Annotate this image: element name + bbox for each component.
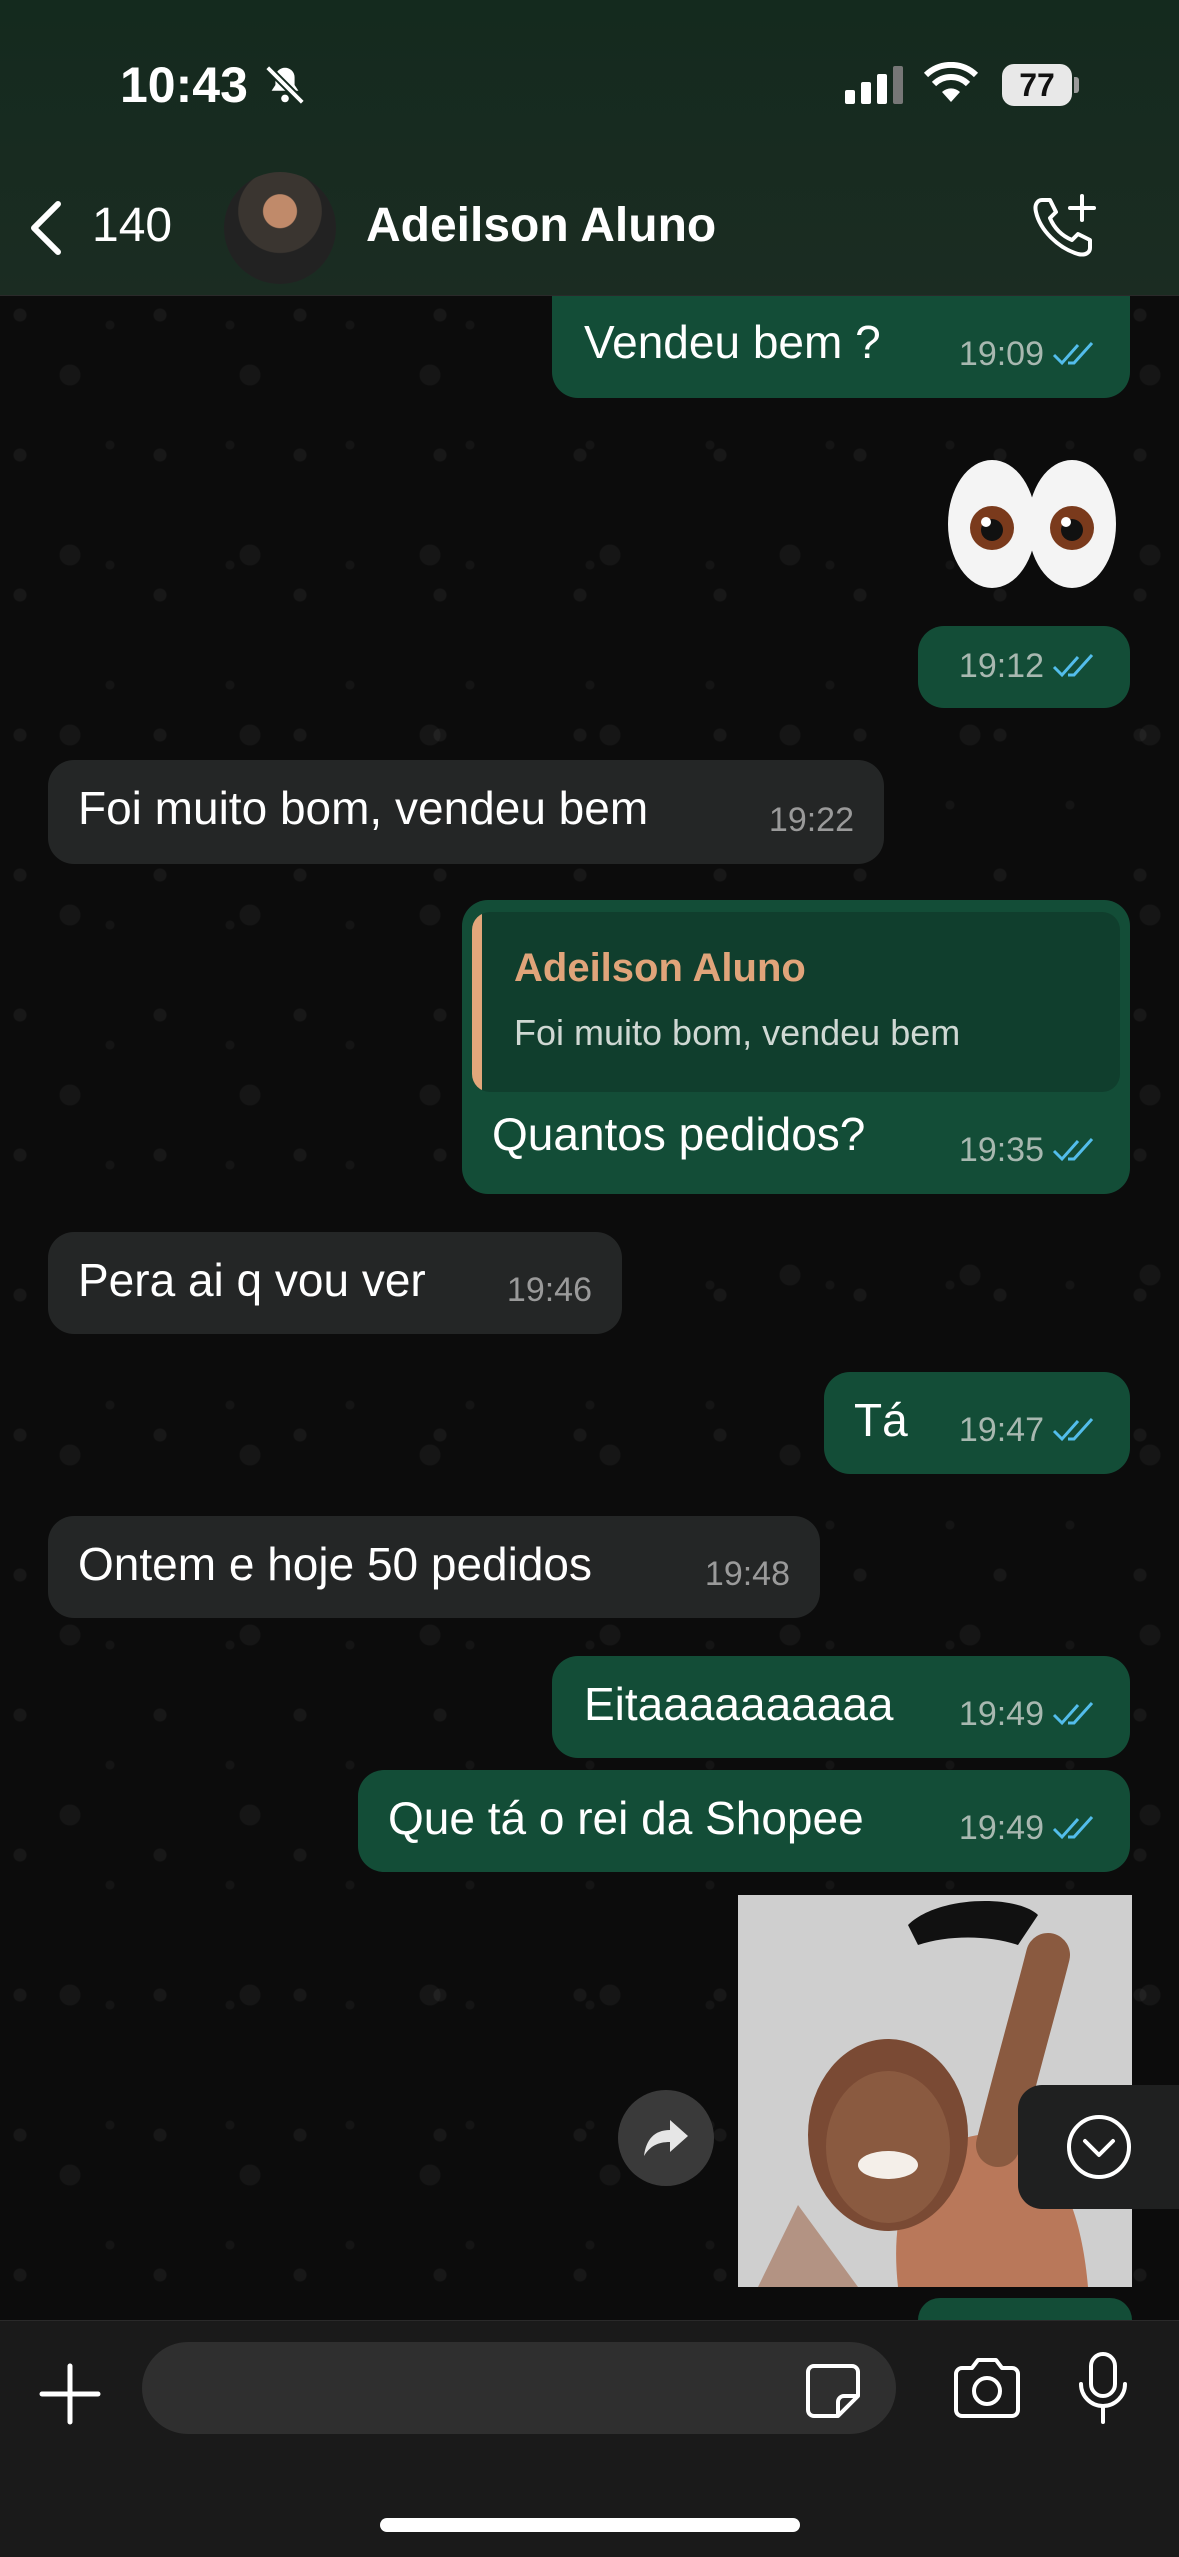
message-time: 19:22 bbox=[768, 801, 854, 839]
forward-button[interactable] bbox=[618, 2090, 714, 2186]
status-time: 10:43 bbox=[120, 57, 248, 113]
read-ticks-icon bbox=[1052, 1701, 1094, 1726]
message-bubble-outgoing[interactable]: Vendeu bem ? 19:09 bbox=[552, 296, 1130, 398]
message-meta: 19:49 bbox=[959, 1800, 1100, 1856]
message-time: 19:46 bbox=[506, 1271, 592, 1309]
message-text: Quantos pedidos? bbox=[492, 1108, 866, 1160]
message-text: Tá bbox=[854, 1394, 908, 1446]
message-text: Pera ai q vou ver bbox=[78, 1254, 426, 1306]
quoted-sender: Adeilson Aluno bbox=[514, 946, 806, 990]
message-bubble-incoming[interactable]: Foi muito bom, vendeu bem 19:22 bbox=[48, 760, 884, 864]
back-unread-count[interactable]: 140 bbox=[92, 198, 172, 253]
message-meta: 19:35 bbox=[959, 1122, 1100, 1178]
read-ticks-icon bbox=[1052, 653, 1094, 678]
message-meta: 19:48 bbox=[705, 1546, 790, 1602]
message-text: Que tá o rei da Shopee bbox=[388, 1792, 864, 1844]
wifi-icon bbox=[924, 62, 978, 102]
message-meta: 19:47 bbox=[959, 1402, 1100, 1458]
message-text: Foi muito bom, vendeu bem bbox=[78, 782, 649, 834]
contact-avatar[interactable] bbox=[224, 172, 336, 284]
message-time: 19:48 bbox=[704, 1555, 790, 1593]
home-indicator[interactable] bbox=[380, 2518, 800, 2532]
cellular-signal-icon bbox=[845, 66, 903, 104]
microphone-icon[interactable] bbox=[1076, 2350, 1130, 2428]
message-bubble-outgoing[interactable]: Eitaaaaaaaaaa 19:49 bbox=[552, 1656, 1130, 1758]
forward-arrow-icon bbox=[644, 2120, 688, 2156]
scroll-to-bottom-button[interactable] bbox=[1018, 2085, 1179, 2209]
message-time: 19:47 bbox=[958, 1411, 1044, 1449]
message-meta: 19:09 bbox=[959, 326, 1100, 382]
message-time: 19:49 bbox=[958, 1695, 1044, 1733]
message-bubble-incoming[interactable]: Pera ai q vou ver 19:46 bbox=[48, 1232, 622, 1334]
quoted-text: Foi muito bom, vendeu bem bbox=[514, 1012, 961, 1053]
chevron-down-circle-icon bbox=[1066, 2115, 1131, 2179]
battery-level: 77 bbox=[1019, 66, 1055, 103]
sticker-icon[interactable] bbox=[804, 2362, 862, 2420]
message-meta: 19:49 bbox=[959, 1686, 1100, 1742]
message-bubble-outgoing[interactable]: Que tá o rei da Shopee 19:49 bbox=[358, 1770, 1130, 1872]
read-ticks-icon bbox=[1052, 341, 1094, 366]
message-text: Ontem e hoje 50 pedidos bbox=[78, 1538, 593, 1590]
read-ticks-icon bbox=[1052, 1815, 1094, 1840]
message-bubble-outgoing[interactable]: 19:12 bbox=[918, 626, 1130, 708]
bell-muted-icon bbox=[265, 65, 305, 105]
battery-indicator: 77 bbox=[1002, 64, 1072, 106]
message-time: 19:35 bbox=[958, 1131, 1044, 1169]
message-time: 19:49 bbox=[958, 1809, 1044, 1847]
contact-name[interactable]: Adeilson Aluno bbox=[366, 198, 716, 253]
read-ticks-icon bbox=[1052, 1417, 1094, 1442]
message-meta: 19:12 bbox=[959, 638, 1100, 694]
message-text: Vendeu bem ? bbox=[584, 316, 881, 368]
eyes-emoji[interactable] bbox=[940, 452, 1120, 592]
back-chevron-icon[interactable] bbox=[26, 198, 66, 258]
read-ticks-icon bbox=[1052, 1137, 1094, 1162]
message-text: Eitaaaaaaaaaa bbox=[584, 1678, 894, 1730]
message-time: 19:12 bbox=[958, 647, 1044, 685]
plus-icon[interactable] bbox=[36, 2360, 104, 2428]
phone-add-icon[interactable] bbox=[1028, 190, 1100, 262]
camera-icon[interactable] bbox=[950, 2356, 1024, 2420]
message-bubble-incoming[interactable]: Ontem e hoje 50 pedidos 19:48 bbox=[48, 1516, 820, 1618]
message-input[interactable] bbox=[142, 2342, 896, 2434]
message-time: 19:09 bbox=[958, 335, 1044, 373]
quote-bar bbox=[472, 912, 482, 1092]
battery-tip bbox=[1074, 77, 1079, 93]
message-meta: 19:46 bbox=[507, 1262, 592, 1318]
message-meta: 19:22 bbox=[769, 792, 854, 848]
message-bubble-outgoing[interactable]: Tá 19:47 bbox=[824, 1372, 1130, 1474]
chat-header: 10:43 77 140 Adeilson Aluno bbox=[0, 0, 1179, 296]
quoted-reply[interactable]: Adeilson Aluno Foi muito bom, vendeu bem bbox=[472, 912, 1120, 1092]
